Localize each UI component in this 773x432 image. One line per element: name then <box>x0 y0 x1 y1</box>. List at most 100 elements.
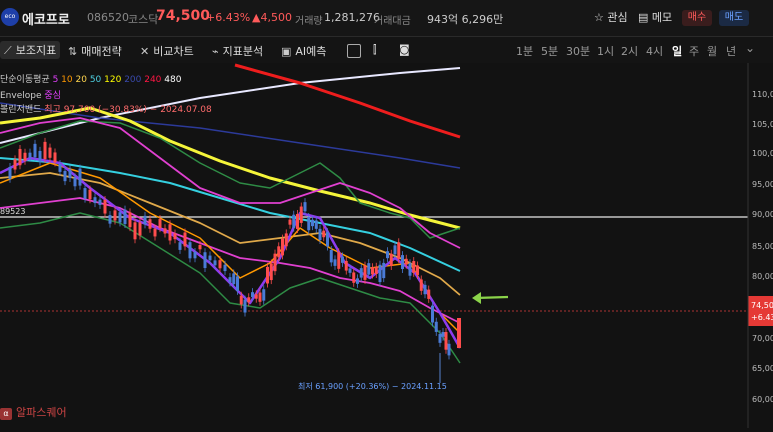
analysis-button[interactable]: ⌁ 지표분석 <box>212 43 263 59</box>
candle-body <box>228 277 232 283</box>
candle-body <box>53 152 57 163</box>
camera-icon[interactable]: ◙ <box>399 43 410 56</box>
y-axis-label-4: 90,00 <box>752 210 773 219</box>
ai-predict-button[interactable]: ▣ AI예측 <box>281 43 326 59</box>
chevron-down-icon[interactable]: ⌄ <box>745 41 755 55</box>
indicator-button[interactable]: ⟋ 보조지표 <box>0 41 61 59</box>
tab-timeframe-8[interactable]: 월 <box>707 43 717 59</box>
candle-body <box>322 230 326 238</box>
candle-body <box>288 219 292 225</box>
tab-timeframe-5[interactable]: 4시 <box>646 43 663 59</box>
chart-canvas[interactable]: 110,00105,00100,0095,0090,0085,0080,0075… <box>0 63 773 428</box>
candle-body <box>123 209 127 225</box>
y-axis-label-8: 70,00 <box>752 334 773 343</box>
tab-timeframe-4[interactable]: 2시 <box>621 43 638 59</box>
candle-body <box>431 305 434 323</box>
tab-timeframe-6[interactable]: 일 <box>672 43 682 59</box>
volume-value: 1,281,276 <box>324 11 380 24</box>
change-amount: ▲4,500 <box>252 11 292 24</box>
tab-timeframe-2[interactable]: 30분 <box>566 43 590 59</box>
candle-body <box>371 267 374 275</box>
square-icon[interactable] <box>347 44 361 58</box>
memo-button[interactable]: ▤ 메모 <box>638 9 672 25</box>
candle-body <box>218 260 222 269</box>
candle-body <box>303 202 307 212</box>
favorite-button[interactable]: ☆ 관심 <box>594 9 628 25</box>
stock-name[interactable]: 에코프로 <box>22 9 70 28</box>
memo-label: 메모 <box>651 11 673 24</box>
candle-body <box>423 284 427 295</box>
candle-body <box>378 264 382 283</box>
ma-period-480: 480 <box>164 75 182 85</box>
company-logo: eco <box>1 8 19 26</box>
chart-toolbar: ⟋ 보조지표 ⇅ 매매전략 ✕ 비교차트 ⌁ 지표분석 ▣ AI예측 ⫿ ◙ 1분 5분 30… <box>0 37 773 63</box>
price-chart[interactable]: 110,00105,00100,0095,0090,0085,0080,0075… <box>0 63 773 428</box>
candle-body <box>223 264 227 272</box>
candle-body <box>374 266 378 274</box>
sell-button[interactable]: 매도 <box>719 10 749 26</box>
candle-body <box>148 219 152 229</box>
candle-body <box>438 334 442 343</box>
tab-timeframe-0[interactable]: 1분 <box>516 43 533 59</box>
candle-body <box>382 262 386 279</box>
candle-body <box>416 265 419 275</box>
strategy-button[interactable]: ⇅ 매매전략 <box>68 43 122 59</box>
tab-timeframe-7[interactable]: 주 <box>689 43 699 59</box>
candle-body <box>292 214 296 228</box>
candle-body <box>262 289 266 301</box>
candle-body <box>329 250 333 263</box>
analysis-label: 지표분석 <box>222 45 264 58</box>
legend-moving-average[interactable]: 단순이동평균 5 10 20 50 120 200 240 480 <box>0 72 181 85</box>
candle-body <box>243 299 247 313</box>
candle-body <box>341 256 344 263</box>
candle-body <box>43 141 47 160</box>
candle-body <box>281 238 284 256</box>
candle-body <box>404 258 408 265</box>
compare-icon: ✕ <box>140 45 150 58</box>
candle-type-icon[interactable]: ⫿ <box>373 43 377 57</box>
ma-period-120: 120 <box>104 75 125 85</box>
tab-timeframe-3[interactable]: 1시 <box>597 43 614 59</box>
candle-body <box>98 199 102 205</box>
compare-button[interactable]: ✕ 비교차트 <box>140 43 194 59</box>
candle-body <box>273 253 277 272</box>
strategy-label: 매매전략 <box>81 45 122 58</box>
tab-timeframe-9[interactable]: 년 <box>726 43 736 59</box>
candle-body <box>28 152 32 158</box>
candle-body <box>93 197 97 204</box>
legend-bollinger[interactable]: 볼린저밴드 최고 97,700 (−30.83%) − 2024.07.08 <box>0 102 212 115</box>
candle-body <box>213 260 217 266</box>
candle-body <box>113 210 117 221</box>
candle-body <box>447 343 451 356</box>
candle-body <box>412 261 416 273</box>
candle-body <box>33 143 37 158</box>
candle-body <box>8 166 12 179</box>
candle-body <box>311 219 314 227</box>
candle-body <box>314 220 318 229</box>
y-axis-label-10: 60,00 <box>752 395 773 404</box>
candle-body <box>183 232 187 247</box>
legend-envelope[interactable]: Envelope 중심 <box>0 88 61 101</box>
candle-body <box>173 233 177 240</box>
strategy-icon: ⇅ <box>68 45 78 58</box>
tab-timeframe-1[interactable]: 5분 <box>541 43 558 59</box>
low-annotation: 최저 61,900 (+20.36%) − 2024.11.15 <box>298 381 447 391</box>
candle-body <box>266 266 269 284</box>
candle-body <box>48 147 52 158</box>
stock-code: 086520 <box>87 11 129 24</box>
volume-label: 거래량 <box>295 16 323 27</box>
candle-body <box>284 233 288 247</box>
alphasquare-watermark: α 알파스퀘어 <box>0 404 67 420</box>
candle-body <box>208 255 212 261</box>
candle-body <box>193 251 197 259</box>
buy-button[interactable]: 매수 <box>682 10 712 26</box>
candle-body <box>348 268 352 273</box>
y-axis-label-3: 95,00 <box>752 180 773 189</box>
candle-body <box>397 242 401 260</box>
analysis-icon: ⌁ <box>212 45 219 58</box>
candle-body <box>441 332 445 337</box>
star-icon: ☆ <box>594 11 604 24</box>
indicator-label: 보조지표 <box>15 44 57 57</box>
candle-body <box>401 255 404 270</box>
candle-body <box>108 215 112 224</box>
